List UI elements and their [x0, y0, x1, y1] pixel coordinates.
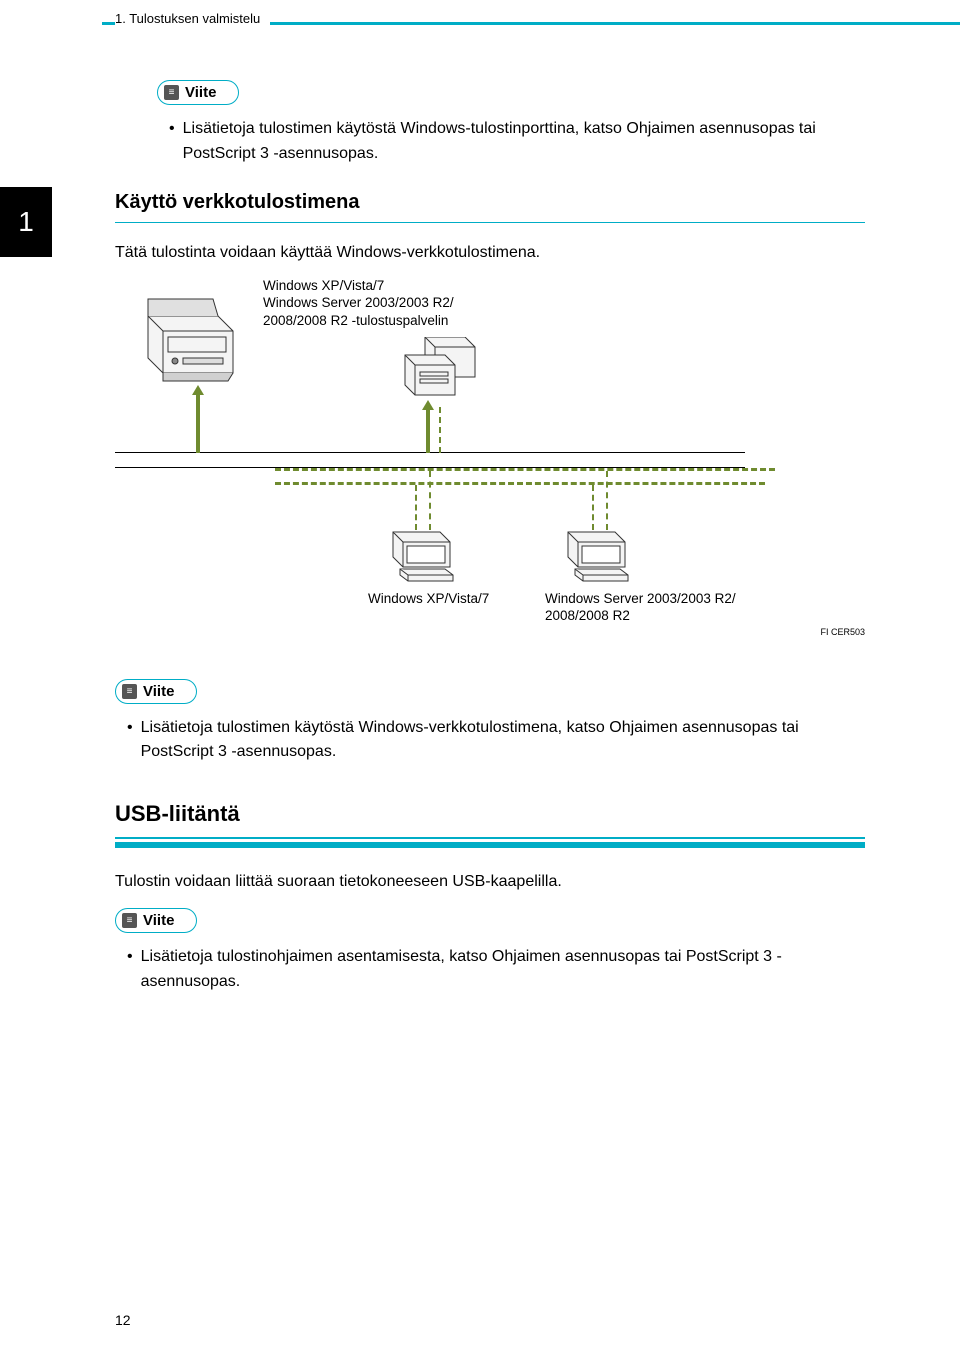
bullet-item: Lisätietoja tulostinohjaimen asentamises… [115, 945, 865, 995]
printer-icon [133, 291, 243, 391]
chapter-number: 1 [18, 206, 34, 238]
note-icon: ≡ [122, 684, 137, 699]
bullet-text: Lisätietoja tulostimen käytöstä Windows-… [141, 716, 865, 766]
network-arrow [426, 407, 430, 453]
diagram-label: Windows XP/Vista/7 [368, 590, 489, 608]
diagram-label: Windows XP/Vista/7 Windows Server 2003/2… [263, 277, 454, 330]
heading-usb: USB-liitäntä [115, 801, 865, 827]
reference-badge: ≡ Viite [115, 908, 197, 933]
diagram-code: FI CER503 [820, 627, 865, 637]
network-arrow [196, 392, 200, 453]
server-icon [395, 337, 485, 407]
body-text: Tätä tulostinta voidaan käyttää Windows-… [115, 241, 865, 265]
subheading: Käyttö verkkotulostimena [115, 191, 865, 214]
computer-icon [560, 527, 635, 587]
network-dashed-line [275, 482, 765, 485]
network-dashed-line [606, 471, 608, 530]
bullet-item: Lisätietoja tulostimen käytöstä Windows-… [115, 716, 865, 766]
section-rule [115, 837, 865, 839]
network-dashed-line [275, 468, 775, 471]
section-rule [115, 222, 865, 223]
diagram-label: Windows Server 2003/2003 R2/ 2008/2008 R… [545, 590, 736, 625]
viite-label: Viite [143, 912, 174, 929]
arrow-icon [192, 385, 204, 395]
arrow-icon [422, 400, 434, 410]
note-icon: ≡ [164, 85, 179, 100]
network-dashed-line [429, 471, 431, 530]
breadcrumb: 1. Tulostuksen valmistelu [115, 11, 270, 26]
body-text: Tulostin voidaan liittää suoraan tietoko… [115, 870, 865, 894]
network-dashed-line [592, 485, 594, 530]
network-diagram: Windows XP/Vista/7 Windows Server 2003/2… [115, 277, 865, 667]
note-icon: ≡ [122, 913, 137, 928]
section-rule [115, 842, 865, 848]
bullet-text: Lisätietoja tulostinohjaimen asentamises… [141, 945, 865, 995]
viite-label: Viite [185, 84, 216, 101]
computer-icon [385, 527, 460, 587]
page-number: 12 [115, 1312, 131, 1328]
network-dashed-line [415, 485, 417, 530]
network-line [115, 452, 745, 453]
bullet-text: Lisätietoja tulostimen käytöstä Windows-… [183, 117, 865, 167]
reference-badge: ≡ Viite [115, 679, 197, 704]
chapter-tab: 1 [0, 187, 52, 257]
network-dashed-line [439, 407, 441, 453]
bullet-item: Lisätietoja tulostimen käytöstä Windows-… [157, 117, 865, 167]
reference-badge: ≡ Viite [157, 80, 239, 105]
viite-label: Viite [143, 683, 174, 700]
